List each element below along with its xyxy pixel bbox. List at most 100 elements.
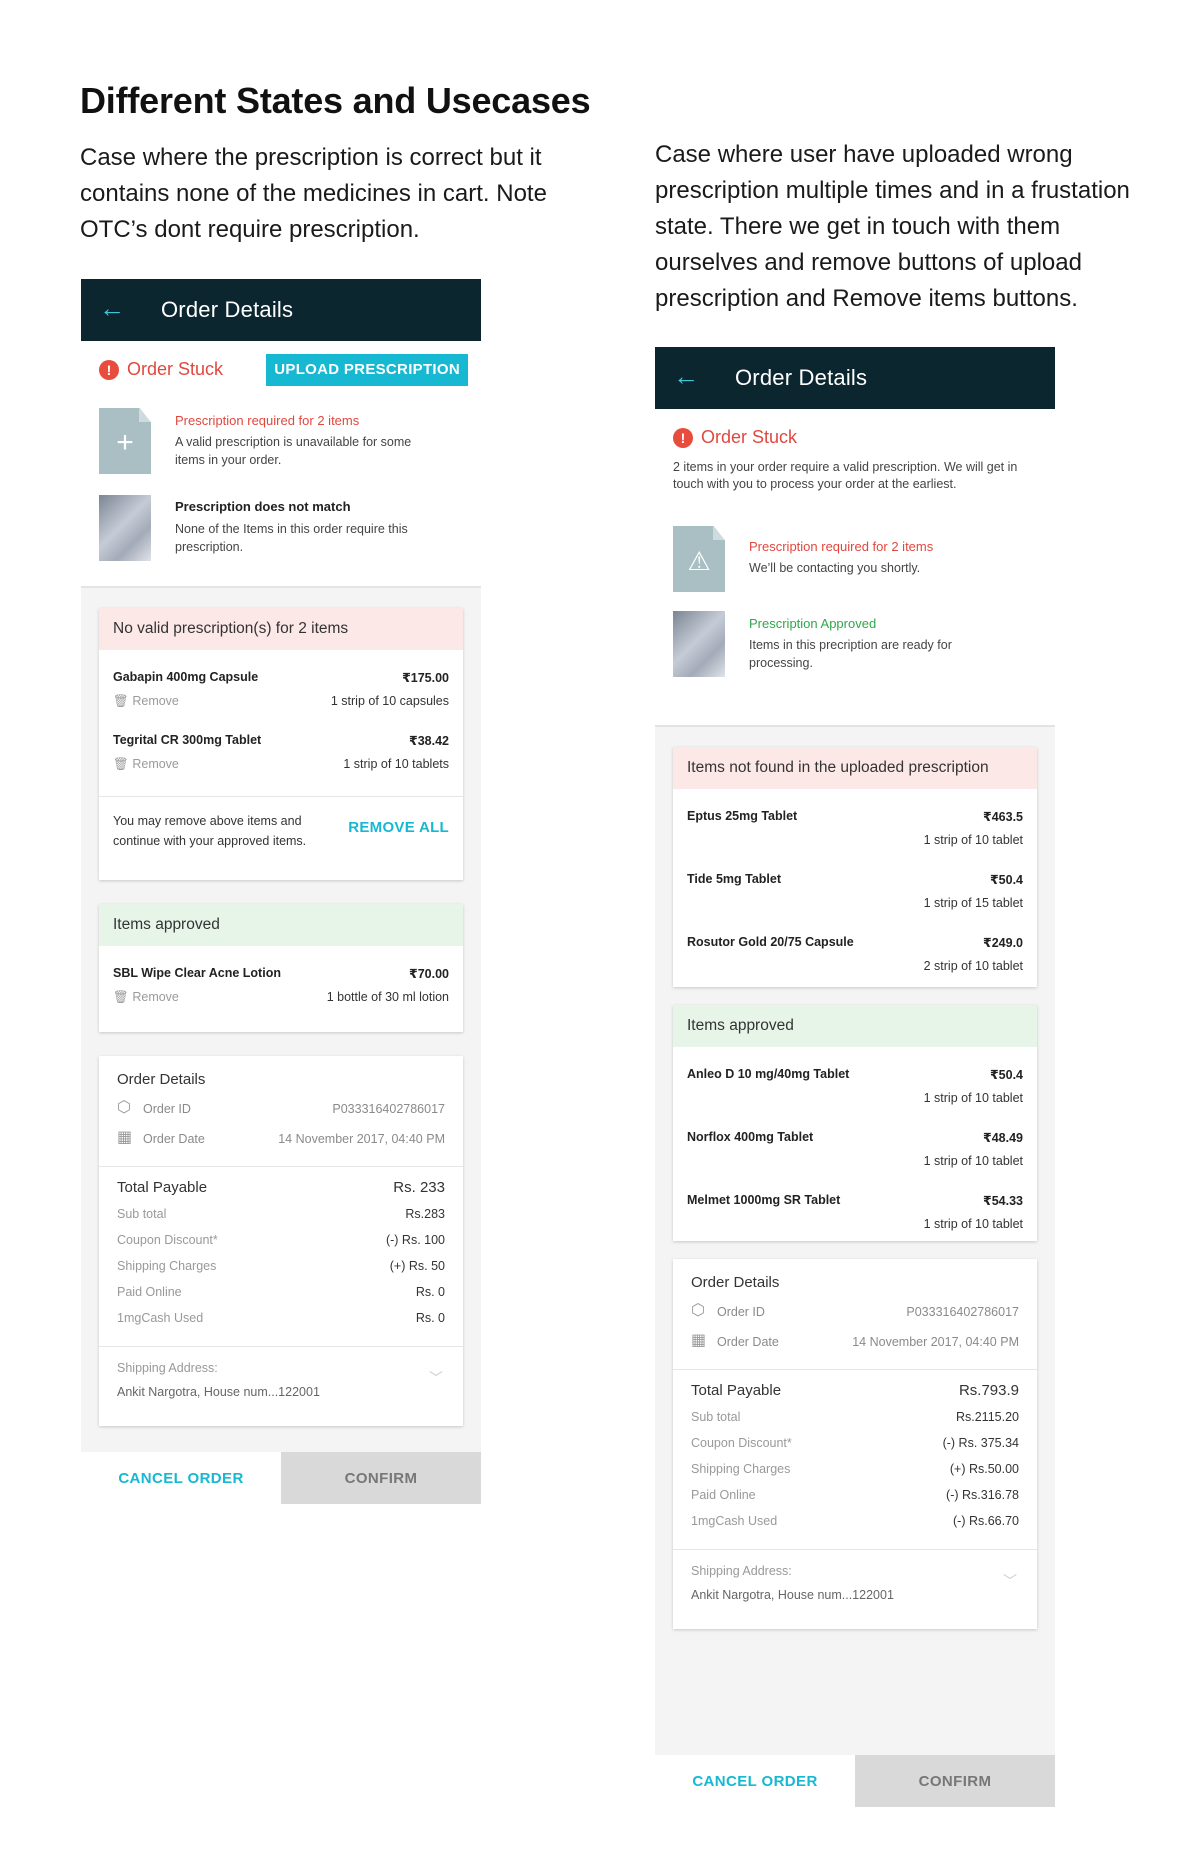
doc-fold-icon	[139, 408, 151, 422]
chevron-down-icon[interactable]: ﹀	[1003, 1571, 1017, 1591]
item-quantity: 1 strip of 10 tablet	[923, 1091, 1023, 1105]
approved-items-header: Items approved	[99, 904, 463, 946]
cancel-order-button[interactable]: CANCEL ORDER	[655, 1755, 855, 1807]
calendar-icon: ▦	[117, 1129, 133, 1146]
box-icon: ⬡	[117, 1099, 131, 1116]
trash-icon: 🗑	[113, 757, 133, 771]
order-id-value: P033316402786017	[332, 1102, 445, 1116]
summary-row: 1mgCash Used Rs. 0	[117, 1311, 445, 1325]
shipping-address-label: Shipping Address:	[117, 1361, 218, 1375]
trash-icon: 🗑	[113, 990, 133, 1004]
remove-item-button[interactable]: 🗑 Remove	[113, 757, 179, 772]
prescription-required-title: Prescription required for 2 items	[175, 413, 360, 428]
total-payable-label: Total Payable	[691, 1382, 782, 1399]
case1-screen: ← Order Details ! Order Stuck UPLOAD PRE…	[81, 279, 481, 1504]
confirm-button[interactable]: CONFIRM	[855, 1755, 1055, 1807]
prescription-thumbnail[interactable]	[99, 495, 151, 561]
remove-label: Remove	[132, 990, 179, 1004]
item-name: Norflox 400mg Tablet	[687, 1130, 814, 1144]
prescription-required-desc: We’ll be contacting you shortly.	[749, 561, 921, 575]
remove-item-button[interactable]: 🗑 Remove	[113, 990, 179, 1005]
summary-row: Paid Online Rs. 0	[117, 1285, 445, 1299]
order-details-title: Order Details	[691, 1274, 780, 1291]
page-heading: Different States and Usecases	[80, 80, 591, 121]
case2-line: ourselves and remove buttons of upload	[655, 249, 1082, 276]
order-details-card: Order Details ⬡ Order ID P03331640278601…	[673, 1259, 1037, 1629]
alert-icon: !	[673, 427, 693, 448]
order-stuck-message: 2 items in your order require a valid pr…	[673, 460, 1018, 491]
total-payable-value: Rs.793.9	[958, 1382, 1019, 1399]
summary-label: Coupon Discount*	[691, 1436, 792, 1450]
summary-label: Coupon Discount*	[117, 1233, 218, 1247]
prescription-thumbnail[interactable]	[673, 611, 725, 677]
summary-row: Shipping Charges (+) Rs.50.00	[691, 1462, 1019, 1476]
back-arrow-icon[interactable]: ←	[99, 293, 125, 323]
total-payable-row: Total Payable Rs. 233	[117, 1179, 445, 1196]
summary-row: Sub total Rs.2115.20	[691, 1410, 1019, 1424]
back-arrow-icon[interactable]: ←	[673, 361, 699, 391]
content-area: Items not found in the uploaded prescrip…	[655, 725, 1055, 1755]
summary-value: (+) Rs. 50	[389, 1259, 445, 1273]
summary-label: Sub total	[117, 1207, 167, 1221]
confirm-button[interactable]: CONFIRM	[281, 1452, 481, 1504]
case2-line: Case where user have uploaded wrong	[655, 141, 1073, 168]
order-id-label: Order ID	[717, 1305, 765, 1319]
prescription-required-title: Prescription required for 2 items	[749, 539, 934, 554]
case1-line: contains none of the medicines in cart. …	[80, 180, 547, 207]
item-price: ₹50.4	[989, 1068, 1023, 1082]
remove-item-button[interactable]: 🗑 Remove	[113, 694, 179, 709]
remove-label: Remove	[132, 694, 179, 708]
remove-all-button[interactable]: REMOVE ALL	[348, 819, 449, 836]
calendar-icon: ▦	[691, 1332, 707, 1349]
shipping-address-value: Ankit Nargotra, House num...122001	[117, 1385, 320, 1399]
alert-icon: !	[99, 359, 119, 380]
remove-all-text: You may remove above items and continue …	[113, 814, 307, 848]
summary-value: Rs.283	[405, 1207, 445, 1221]
summary-label: 1mgCash Used	[691, 1514, 778, 1528]
summary-label: Paid Online	[117, 1285, 182, 1299]
item-price: ₹48.49	[983, 1131, 1023, 1145]
summary-value: Rs.2115.20	[955, 1410, 1019, 1424]
summary-value: Rs. 0	[415, 1285, 445, 1299]
item-price: ₹70.00	[409, 967, 449, 981]
item-name: Tide 5mg Tablet	[687, 872, 782, 886]
divider	[673, 1369, 1037, 1370]
order-details-title: Order Details	[117, 1071, 206, 1088]
shipping-address-value: Ankit Nargotra, House num...122001	[691, 1588, 894, 1602]
screen-title: Order Details	[735, 365, 868, 390]
summary-value: (-) Rs.66.70	[953, 1514, 1019, 1528]
item-price: ₹249.0	[983, 936, 1023, 950]
summary-label: Sub total	[691, 1410, 741, 1424]
summary-row: Paid Online (-) Rs.316.78	[691, 1488, 1019, 1502]
invalid-items-header: No valid prescription(s) for 2 items	[99, 608, 463, 650]
cancel-order-button[interactable]: CANCEL ORDER	[81, 1452, 281, 1504]
summary-label: Shipping Charges	[691, 1462, 791, 1476]
box-icon: ⬡	[691, 1302, 705, 1319]
approved-items-card: Items approved Anleo D 10 mg/40mg Tablet…	[673, 1005, 1037, 1241]
item-quantity: 2 strip of 10 tablet	[923, 959, 1023, 973]
summary-row: 1mgCash Used (-) Rs.66.70	[691, 1514, 1019, 1528]
divider	[99, 1166, 463, 1167]
divider	[673, 1549, 1037, 1550]
case1-line: OTC’s dont require prescription.	[80, 216, 420, 243]
screen-title: Order Details	[161, 297, 294, 322]
item-price: ₹50.4	[989, 873, 1023, 887]
order-date-label: Order Date	[717, 1335, 779, 1349]
case2-line: state. There we get in touch with them	[655, 213, 1061, 240]
upload-prescription-button[interactable]: UPLOAD PRESCRIPTION	[266, 354, 468, 386]
trash-icon: 🗑	[113, 694, 133, 708]
item-name: Eptus 25mg Tablet	[687, 809, 798, 823]
order-date-value: 14 November 2017, 04:40 PM	[852, 1335, 1019, 1349]
summary-row: Shipping Charges (+) Rs. 50	[117, 1259, 445, 1273]
approved-items-card: Items approved SBL Wipe Clear Acne Lotio…	[99, 904, 463, 1032]
order-stuck-status: ! Order Stuck	[99, 359, 223, 380]
summary-value: (-) Rs.316.78	[946, 1488, 1019, 1502]
total-payable-row: Total Payable Rs.793.9	[691, 1382, 1019, 1399]
case2-description: Case where user have uploaded wrong pres…	[655, 137, 1130, 317]
content-area: No valid prescription(s) for 2 items Gab…	[81, 586, 481, 1452]
chevron-down-icon[interactable]: ﹀	[429, 1368, 443, 1388]
item-name: Melmet 1000mg SR Tablet	[687, 1193, 841, 1207]
case2-line: prescription multiple times and in a fru…	[655, 177, 1130, 204]
order-stuck-label: Order Stuck	[701, 427, 798, 447]
not-found-items-header: Items not found in the uploaded prescrip…	[673, 747, 1037, 789]
